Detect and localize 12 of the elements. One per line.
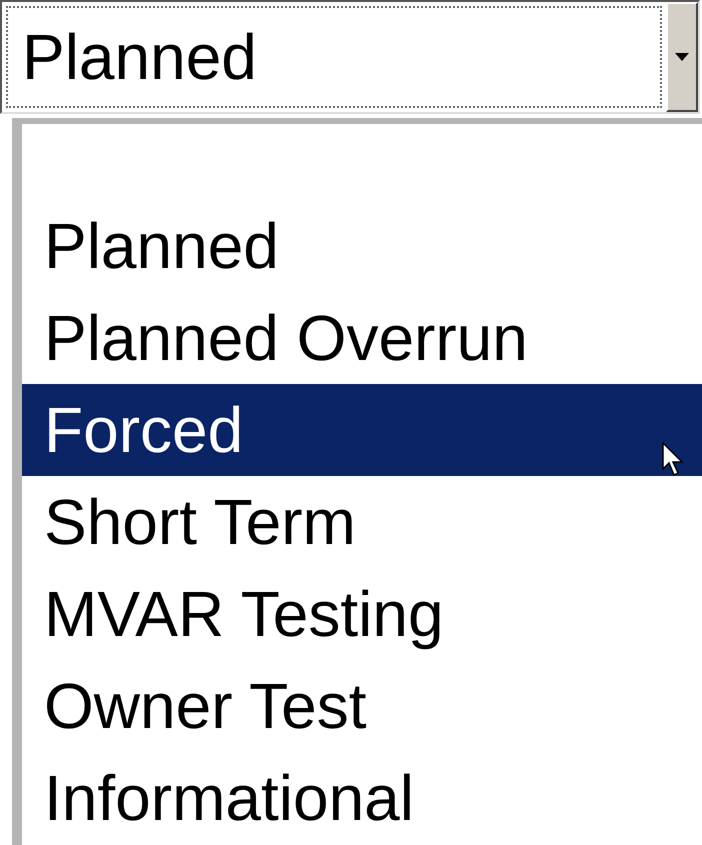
caret-icon xyxy=(675,52,689,62)
dropdown-option[interactable]: Forced xyxy=(22,384,702,476)
dropdown-option[interactable]: Short Term xyxy=(22,476,702,568)
dropdown-option[interactable]: MVAR Testing xyxy=(22,568,702,660)
dropdown-field[interactable]: Planned xyxy=(0,0,700,114)
dropdown-option[interactable]: Informational xyxy=(22,752,702,844)
dropdown-option[interactable]: Owner Test xyxy=(22,660,702,752)
dropdown-option[interactable]: Planned Overrun xyxy=(22,292,702,384)
mouse-pointer-icon xyxy=(662,442,686,478)
dropdown-option[interactable]: Planned xyxy=(22,200,702,292)
dropdown-button[interactable] xyxy=(666,2,698,112)
selected-value: Planned xyxy=(6,6,662,108)
